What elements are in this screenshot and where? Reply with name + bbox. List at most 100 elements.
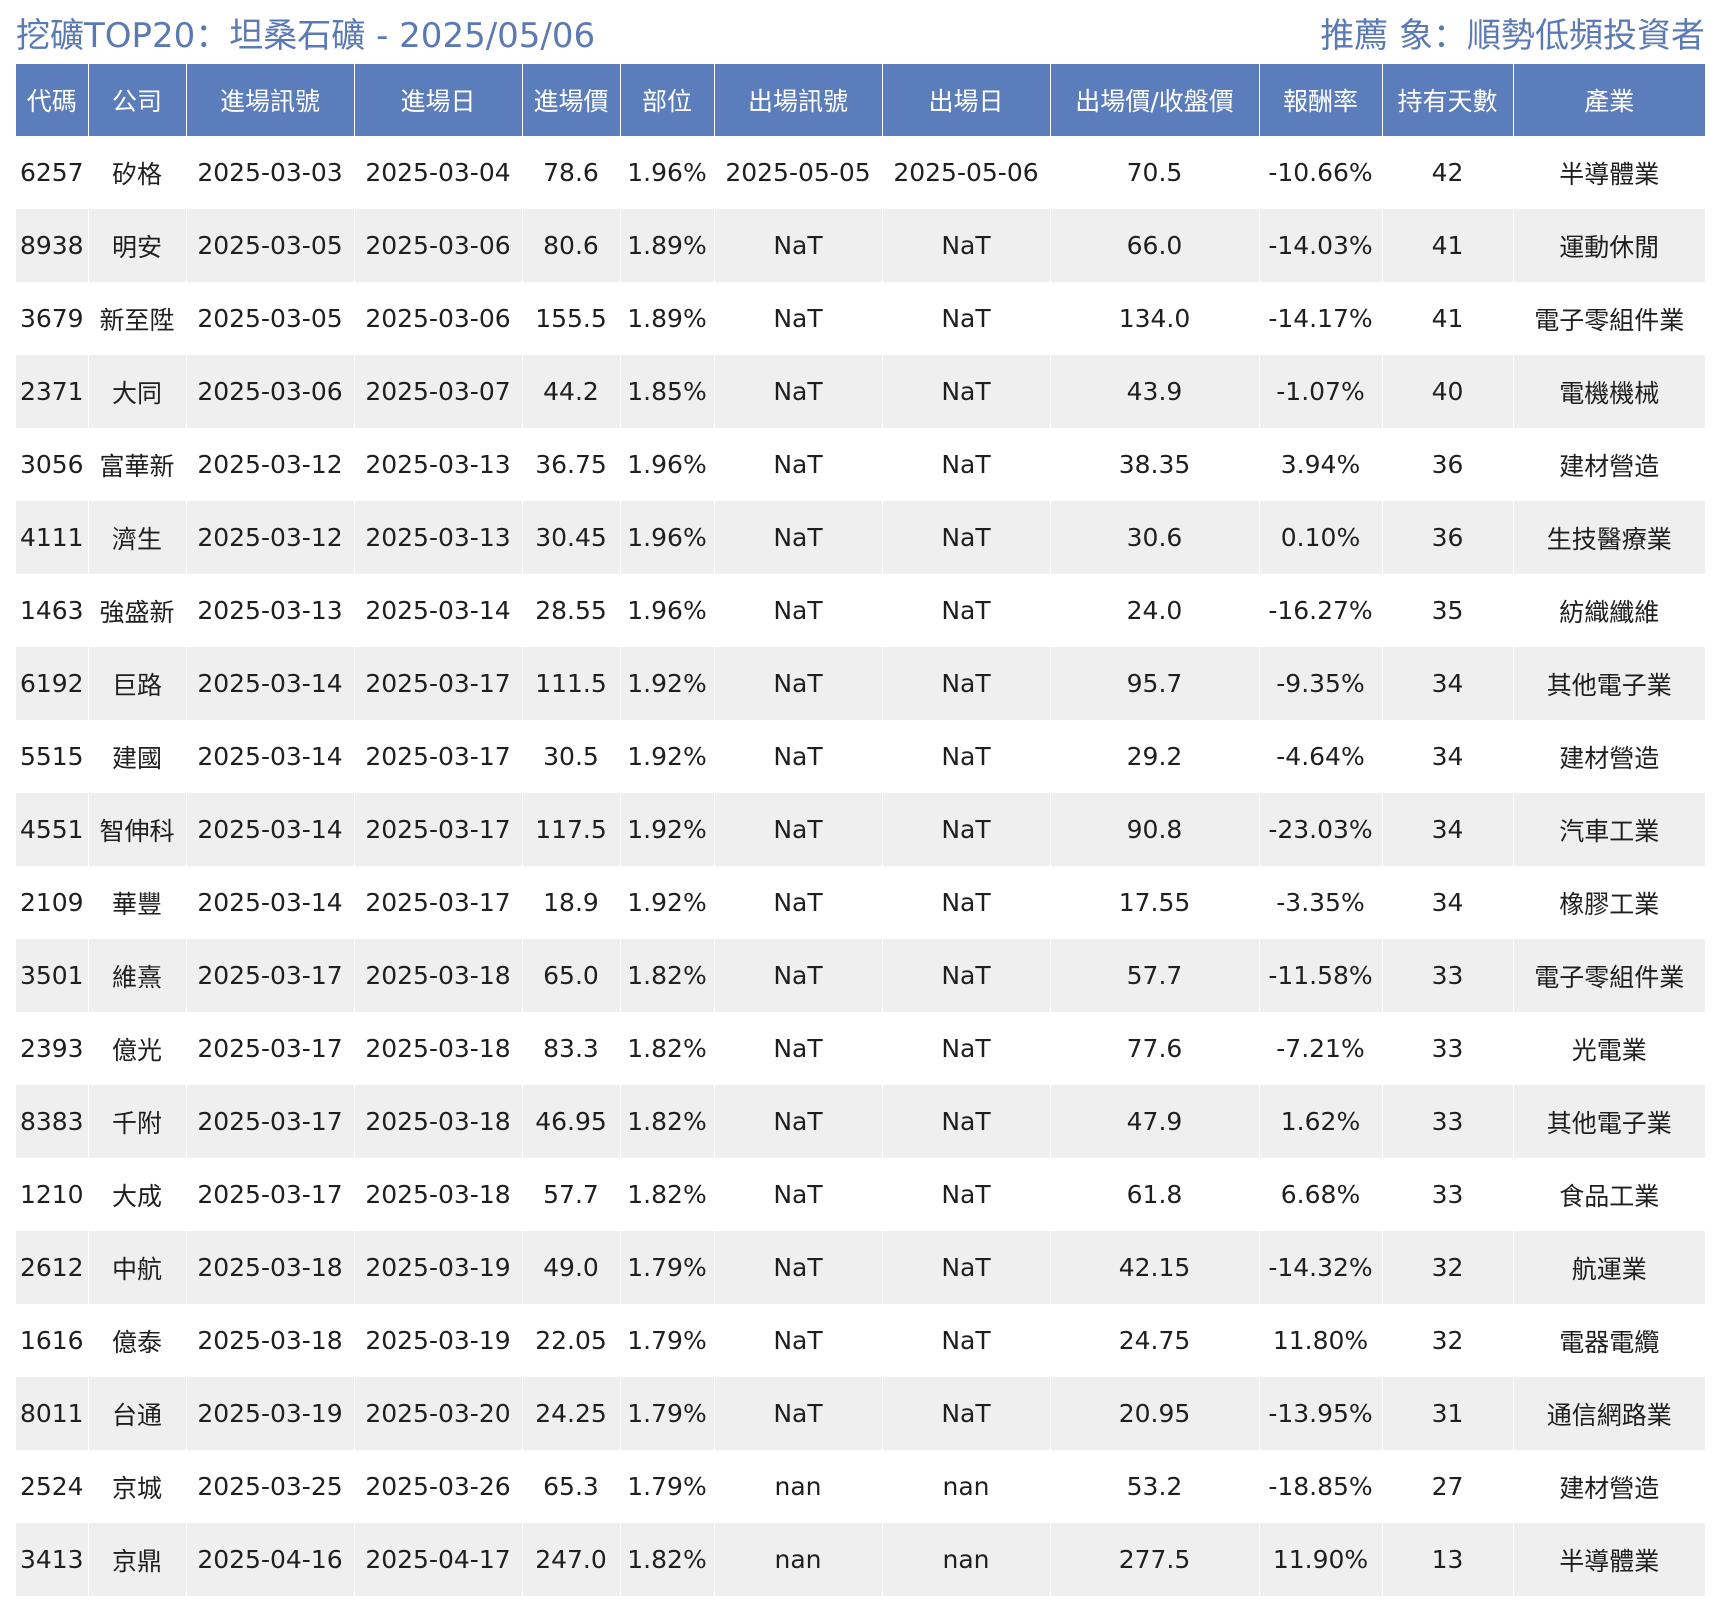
table-cell: 33 xyxy=(1382,939,1514,1012)
table-cell: -18.85% xyxy=(1259,1450,1383,1523)
table-cell: 65.3 xyxy=(522,1450,621,1523)
table-cell: NaT xyxy=(714,574,883,647)
table-cell: 1.92% xyxy=(620,647,715,720)
table-row: 2612 中航 2025-03-18 2025-03-19 49.0 1.79% NaT Na… xyxy=(16,1231,1705,1304)
table-cell: 2025-04-16 xyxy=(186,1523,355,1596)
table-cell: 2025-03-17 xyxy=(354,647,523,720)
table-cell: NaT xyxy=(714,939,883,1012)
table-cell: nan xyxy=(714,1450,883,1523)
table-cell: -7.21% xyxy=(1259,1012,1383,1085)
table-cell: 1.62% xyxy=(1259,1085,1383,1158)
table-cell: 2025-03-26 xyxy=(354,1450,523,1523)
table-cell: 1210 xyxy=(16,1158,89,1231)
column-header: 出場訊號 xyxy=(714,64,883,136)
table-cell: 38.35 xyxy=(1050,428,1260,501)
table-row: 3413 京鼎 2025-04-16 2025-04-17 247.0 1.82% nan n… xyxy=(16,1523,1705,1596)
table-cell: 8011 xyxy=(16,1377,89,1450)
table-cell: 2025-03-17 xyxy=(354,793,523,866)
table-cell: 90.8 xyxy=(1050,793,1260,866)
table-cell: NaT xyxy=(882,1158,1051,1231)
header-row: 代碼 公司 進場訊號 進場日 進場價 部位 出場訊號 出場日 出場價/收盤價 報酬率 持有天數 產業 xyxy=(16,64,1705,136)
column-header: 部位 xyxy=(620,64,715,136)
table-cell: 2025-03-19 xyxy=(354,1231,523,1304)
table-cell: 2025-03-20 xyxy=(354,1377,523,1450)
column-header: 進場訊號 xyxy=(186,64,355,136)
table-cell: 3413 xyxy=(16,1523,89,1596)
table-cell: 生技醫療業 xyxy=(1513,501,1705,574)
table-cell: 富華新 xyxy=(88,428,187,501)
table-cell: 2025-03-06 xyxy=(354,282,523,355)
table-cell: 3501 xyxy=(16,939,89,1012)
table-cell: 43.9 xyxy=(1050,355,1260,428)
table-cell: NaT xyxy=(714,1231,883,1304)
table-cell: 31 xyxy=(1382,1377,1514,1450)
table-cell: 34 xyxy=(1382,720,1514,793)
table-cell: NaT xyxy=(882,793,1051,866)
table-cell: 30.45 xyxy=(522,501,621,574)
table-cell: 95.7 xyxy=(1050,647,1260,720)
table-cell: 汽車工業 xyxy=(1513,793,1705,866)
table-cell: -10.66% xyxy=(1259,136,1383,209)
table-cell: 66.0 xyxy=(1050,209,1260,282)
table-cell: 24.75 xyxy=(1050,1304,1260,1377)
table-cell: nan xyxy=(882,1450,1051,1523)
table-row: 2524 京城 2025-03-25 2025-03-26 65.3 1.79% nan na… xyxy=(16,1450,1705,1523)
table-cell: 2371 xyxy=(16,355,89,428)
table-cell: 42 xyxy=(1382,136,1514,209)
table-cell: 1.89% xyxy=(620,209,715,282)
table-cell: NaT xyxy=(882,501,1051,574)
table-cell: 1.96% xyxy=(620,501,715,574)
table-cell: 32 xyxy=(1382,1231,1514,1304)
table-cell: -3.35% xyxy=(1259,866,1383,939)
table-cell: 千附 xyxy=(88,1085,187,1158)
table-cell: 建材營造 xyxy=(1513,428,1705,501)
table-cell: 30.6 xyxy=(1050,501,1260,574)
table-cell: NaT xyxy=(882,1231,1051,1304)
table-cell: 濟生 xyxy=(88,501,187,574)
table-cell: NaT xyxy=(714,720,883,793)
table-row: 2109 華豐 2025-03-14 2025-03-17 18.9 1.92% NaT Na… xyxy=(16,866,1705,939)
table-cell: 巨路 xyxy=(88,647,187,720)
table-cell: 32 xyxy=(1382,1304,1514,1377)
table-cell: NaT xyxy=(882,1304,1051,1377)
table-cell: NaT xyxy=(882,1012,1051,1085)
table-cell: 紡織纖維 xyxy=(1513,574,1705,647)
table-cell: 34 xyxy=(1382,866,1514,939)
table-cell: 30.5 xyxy=(522,720,621,793)
table-cell: 36 xyxy=(1382,501,1514,574)
table-cell: -1.07% xyxy=(1259,355,1383,428)
table-cell: 36 xyxy=(1382,428,1514,501)
table-cell: NaT xyxy=(714,1304,883,1377)
column-header: 產業 xyxy=(1513,64,1705,136)
table-cell: 46.95 xyxy=(522,1085,621,1158)
table-cell: 明安 xyxy=(88,209,187,282)
table-row: 5515 建國 2025-03-14 2025-03-17 30.5 1.92% NaT Na… xyxy=(16,720,1705,793)
table-cell: 18.9 xyxy=(522,866,621,939)
table-cell: 13 xyxy=(1382,1523,1514,1596)
column-header: 公司 xyxy=(88,64,187,136)
table-cell: 34 xyxy=(1382,793,1514,866)
table-cell: 2025-03-12 xyxy=(186,501,355,574)
column-header: 出場日 xyxy=(882,64,1051,136)
table-cell: 77.6 xyxy=(1050,1012,1260,1085)
table-cell: 大同 xyxy=(88,355,187,428)
table-cell: 1.82% xyxy=(620,1523,715,1596)
table-cell: 其他電子業 xyxy=(1513,647,1705,720)
column-header: 進場日 xyxy=(354,64,523,136)
table-cell: -13.95% xyxy=(1259,1377,1383,1450)
table-cell: NaT xyxy=(714,1377,883,1450)
table-cell: 2025-03-14 xyxy=(186,647,355,720)
table-cell: 矽格 xyxy=(88,136,187,209)
table-cell: 1463 xyxy=(16,574,89,647)
table-cell: 億光 xyxy=(88,1012,187,1085)
table-cell: 3.94% xyxy=(1259,428,1383,501)
table-cell: 運動休閒 xyxy=(1513,209,1705,282)
table-cell: 2025-03-14 xyxy=(354,574,523,647)
table-cell: NaT xyxy=(882,355,1051,428)
table-cell: 2612 xyxy=(16,1231,89,1304)
table-row: 4551 智伸科 2025-03-14 2025-03-17 117.5 1.92% NaT… xyxy=(16,793,1705,866)
table-cell: 3679 xyxy=(16,282,89,355)
table-cell: 2025-03-18 xyxy=(186,1231,355,1304)
column-header: 出場價/收盤價 xyxy=(1050,64,1260,136)
table-cell: 1.96% xyxy=(620,136,715,209)
